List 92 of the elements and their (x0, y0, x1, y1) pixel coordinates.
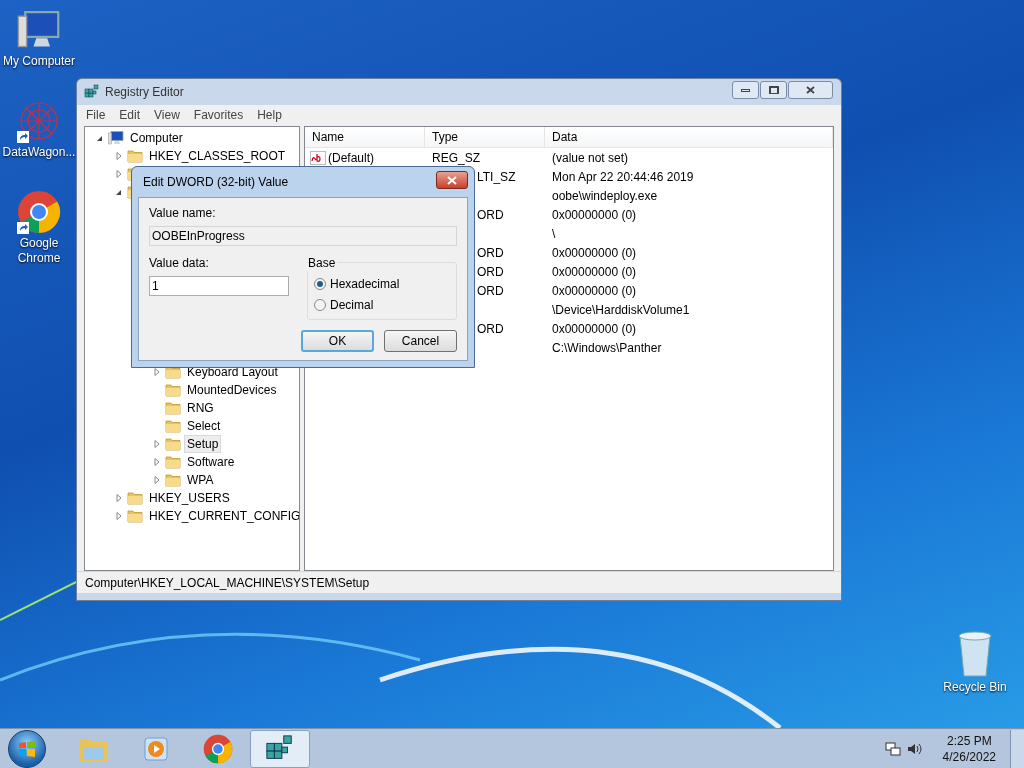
value-name-field[interactable]: OOBEInProgress (149, 226, 457, 246)
folder-icon (127, 149, 143, 163)
desktop-icon-label[interactable]: My Computer (3, 54, 75, 69)
dialog-button[interactable]: OK (301, 330, 374, 352)
table-cell: oobe\windeploy.exe (552, 188, 658, 203)
clock-time[interactable]: 2:25 PM (946, 732, 992, 749)
start-button[interactable] (8, 729, 46, 768)
menu-item[interactable]: File (86, 105, 106, 124)
computer-icon (108, 130, 124, 146)
tree-item[interactable]: HKEY_USERS (146, 489, 233, 507)
taskbar-button[interactable] (250, 729, 310, 768)
menu-item[interactable]: View (154, 105, 180, 124)
shortcut-arrow-icon (17, 131, 29, 143)
radio-button[interactable] (314, 277, 326, 290)
desktop-icon-label[interactable]: DataWagon... (2, 145, 76, 160)
tree-item[interactable]: HKEY_CURRENT_CONFIG (146, 507, 299, 525)
close-button[interactable] (788, 81, 833, 99)
window-title: Registry Editor (105, 84, 185, 101)
status-bar-path: Computer\HKEY_LOCAL_MACHINE\SYSTEM\Setup (85, 574, 370, 592)
table-cell-text: ORD (477, 206, 504, 224)
table-cell: C:\Windows\Panther (552, 340, 662, 355)
folder-icon (165, 473, 181, 487)
folder-icon (165, 419, 181, 433)
clock-date[interactable]: 4/26/2022 (942, 748, 996, 765)
tree-item[interactable]: MountedDevices (184, 381, 280, 399)
radio-button[interactable] (314, 298, 326, 311)
collapsed-arrow-icon[interactable] (114, 169, 124, 179)
desktop-icon-label[interactable]: Google Chrome (0, 236, 78, 266)
string-value-icon (310, 150, 326, 165)
column-header[interactable]: Data (545, 127, 833, 148)
table-cell: 0x00000000 (0) (552, 245, 637, 260)
column-header[interactable]: Name (305, 127, 425, 148)
table-cell-text: ORD (477, 263, 504, 281)
table-cell: 0x00000000 (0) (552, 264, 637, 279)
menu-item[interactable]: Favorites (193, 105, 244, 124)
shortcut-arrow-icon (17, 222, 29, 234)
radio-label[interactable]: Decimal (330, 295, 374, 314)
table-cell: \ (552, 226, 556, 241)
collapsed-arrow-icon[interactable] (152, 439, 162, 449)
network-icon[interactable] (884, 740, 901, 757)
value-data-field[interactable]: 1 (149, 276, 289, 296)
table-cell: 0x00000000 (0) (552, 321, 637, 336)
collapsed-arrow-icon[interactable] (114, 511, 124, 521)
close-icon (447, 175, 457, 185)
chrome-logo-icon (17, 190, 61, 234)
maximize-button[interactable] (760, 81, 787, 99)
radio-label[interactable]: Hexadecimal (330, 274, 400, 293)
table-cell-text: ORD (477, 320, 504, 338)
table-cell: 0x00000000 (0) (552, 283, 637, 298)
dialog-button[interactable]: Cancel (384, 330, 457, 352)
collapsed-arrow-icon[interactable] (114, 493, 124, 503)
table-cell: \Device\HarddiskVolume1 (552, 302, 690, 317)
folder-icon (127, 491, 143, 505)
table-cell-text: REG_SZ (432, 149, 480, 167)
show-desktop-button[interactable] (1010, 729, 1024, 768)
tree-item[interactable]: RNG (184, 399, 217, 417)
menu-item[interactable]: Edit (119, 105, 141, 124)
tree-item[interactable]: Setup (184, 435, 222, 453)
table-cell: Mon Apr 22 20:44:46 2019 (552, 169, 694, 184)
table-cell-text: LTI_SZ (477, 168, 516, 186)
play-icon[interactable] (142, 734, 170, 763)
table-cell[interactable]: (Default) (328, 148, 374, 167)
table-cell: 0x00000000 (0) (552, 207, 637, 222)
folder-icon (127, 509, 143, 523)
tree-item[interactable]: Computer (127, 129, 186, 147)
tree-item[interactable]: Software (184, 453, 238, 471)
field-label: Value data: (149, 255, 210, 272)
field-label: Value name: (149, 205, 217, 222)
star-pattern-icon (17, 99, 61, 143)
tree-item[interactable]: Select (184, 417, 224, 435)
folder-icon (165, 455, 181, 469)
tree-item[interactable]: WPA (184, 471, 217, 489)
menu-item[interactable]: Help (257, 105, 282, 124)
column-header[interactable]: Type (425, 127, 545, 148)
table-cell: (value not set) (552, 150, 629, 165)
windows-logo-icon (18, 740, 36, 757)
dialog-title: Edit DWORD (32-bit) Value (142, 174, 290, 191)
collapsed-arrow-icon[interactable] (114, 151, 124, 161)
collapsed-arrow-icon[interactable] (152, 475, 162, 485)
tree-item[interactable]: HKEY_CLASSES_ROOT (146, 147, 289, 165)
table-cell-text: ORD (477, 244, 504, 262)
table-cell-text: ORD (477, 282, 504, 300)
minimize-button[interactable] (732, 81, 759, 99)
cubes-icon (84, 84, 100, 100)
close-icon (806, 86, 815, 94)
chrome-logo-icon[interactable] (203, 733, 233, 764)
collapsed-arrow-icon[interactable] (152, 457, 162, 467)
folder-icon (165, 383, 181, 397)
folder-icon (165, 437, 181, 451)
collapsed-arrow-icon[interactable] (152, 367, 162, 377)
close-button[interactable] (436, 171, 468, 189)
folder-icon (165, 401, 181, 415)
